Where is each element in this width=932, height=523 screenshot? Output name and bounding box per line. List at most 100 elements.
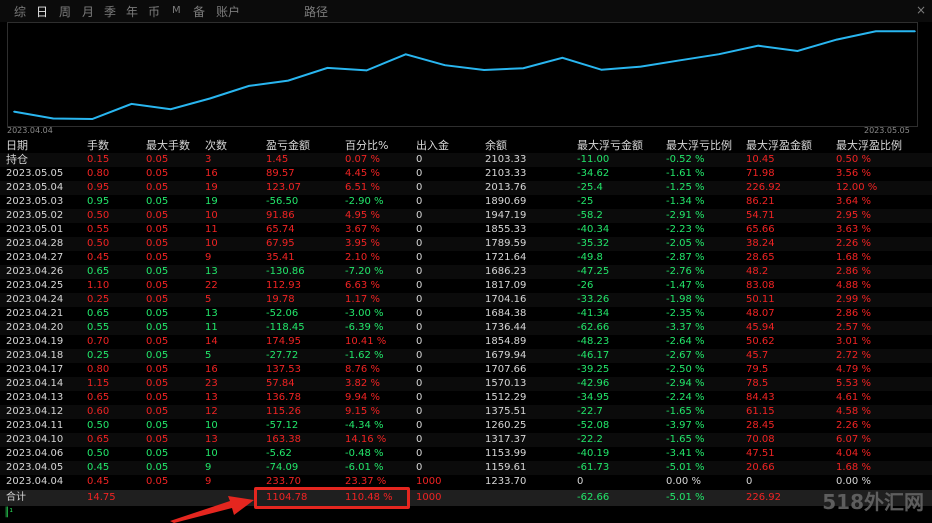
cell-pnl-percent: 8.76 % xyxy=(345,364,380,375)
cell-max-float-profit-pct: 4.58 % xyxy=(836,406,871,417)
balance-chart xyxy=(7,22,918,127)
tab-path[interactable]: 路径 xyxy=(304,3,328,20)
chart-start-date: 2023.04.04 xyxy=(7,126,53,135)
total-max-float-loss: -62.66 xyxy=(577,492,610,503)
cell-balance: 1317.37 xyxy=(485,434,527,445)
header-date[interactable]: 日期 xyxy=(6,139,28,153)
table-row[interactable]: 2023.04.19 0.70 0.05 14 174.95 10.41 % 0 1854.8… xyxy=(0,335,932,349)
cell-trades: 23 xyxy=(205,378,218,389)
cell-pnl-percent: -4.34 % xyxy=(345,420,384,431)
cell-lots: 0.80 xyxy=(87,364,110,375)
cell-lots: 0.45 xyxy=(87,476,110,487)
table-row[interactable]: 2023.05.04 0.95 0.05 19 123.07 6.51 % 0 2013.76… xyxy=(0,181,932,195)
table-row[interactable]: 2023.04.14 1.15 0.05 23 57.84 3.82 % 0 1570.13 -… xyxy=(0,377,932,391)
table-row[interactable]: 2023.04.28 0.50 0.05 10 67.95 3.95 % 0 1789.59 -… xyxy=(0,237,932,251)
cell-deposit: 0 xyxy=(416,350,423,361)
cell-lots: 0.65 xyxy=(87,308,110,319)
cell-max-float-profit: 50.11 xyxy=(746,294,775,305)
cell-trades: 10 xyxy=(205,448,218,459)
cell-trades: 11 xyxy=(205,224,218,235)
cell-balance: 1854.89 xyxy=(485,336,527,347)
table-row[interactable]: 2023.04.20 0.55 0.05 11 -118.45 -6.39 % 0 1736.… xyxy=(0,321,932,335)
table-row[interactable]: 2023.04.18 0.25 0.05 5 -27.72 -1.62 % 0 1679.94… xyxy=(0,349,932,363)
cell-deposit: 0 xyxy=(416,280,423,291)
cell-balance: 1570.13 xyxy=(485,378,527,389)
table-row[interactable]: 2023.05.03 0.95 0.05 19 -56.50 -2.90 % 0 1890.6… xyxy=(0,195,932,209)
cell-max-lots: 0.05 xyxy=(146,224,169,235)
tab-weekly[interactable]: 周 xyxy=(59,3,71,20)
balance-point xyxy=(718,53,720,56)
cell-trades: 16 xyxy=(205,168,218,179)
cell-max-float-profit: 20.66 xyxy=(746,462,775,473)
table-row[interactable]: 2023.05.01 0.55 0.05 11 65.74 3.67 % 0 1855.33 -… xyxy=(0,223,932,237)
cell-pnl-percent: 3.82 % xyxy=(345,378,380,389)
table-row[interactable]: 2023.04.13 0.65 0.05 13 136.78 9.94 % 0 1512.29… xyxy=(0,391,932,405)
highlight-box xyxy=(254,487,410,509)
status-indicator: ║¹ xyxy=(4,508,14,518)
balance-point xyxy=(679,59,681,62)
table-row[interactable]: 2023.04.25 1.10 0.05 22 112.93 6.63 % 0 1817.09… xyxy=(0,279,932,293)
cell-max-float-loss: -25 xyxy=(577,196,594,207)
cell-max-lots: 0.05 xyxy=(146,266,169,277)
table-row[interactable]: 2023.04.21 0.65 0.05 13 -52.06 -3.00 % 0 1684.3… xyxy=(0,307,932,321)
header-pnl-percent[interactable]: 百分比% xyxy=(345,139,388,153)
table-row[interactable]: 2023.04.06 0.50 0.05 10 -5.62 -0.48 % 0 1153.99… xyxy=(0,447,932,461)
close-icon[interactable]: × xyxy=(916,3,926,17)
header-max-float-loss-pct[interactable]: 最大浮亏比例 xyxy=(666,139,732,153)
header-max-float-profit[interactable]: 最大浮盈金额 xyxy=(746,139,812,153)
header-pnl-amount[interactable]: 盈亏金额 xyxy=(266,139,310,153)
header-max-lots[interactable]: 最大手数 xyxy=(146,139,190,153)
tab-monthly[interactable]: 月 xyxy=(82,3,94,20)
cell-max-float-profit: 84.43 xyxy=(746,392,775,403)
cell-trades: 10 xyxy=(205,238,218,249)
tab-m[interactable]: M xyxy=(172,5,181,16)
table-row[interactable]: 2023.04.24 0.25 0.05 5 19.78 1.17 % 0 1704.16 -3… xyxy=(0,293,932,307)
cell-date: 2023.04.04 xyxy=(6,476,64,487)
cell-max-float-loss-pct: 0.00 % xyxy=(666,476,701,487)
cell-max-float-loss: -26 xyxy=(577,280,594,291)
balance-point xyxy=(91,118,94,120)
header-balance[interactable]: 余额 xyxy=(485,139,507,153)
balance-point xyxy=(365,69,368,72)
table-row[interactable]: 2023.04.17 0.80 0.05 16 137.53 8.76 % 0 1707.66… xyxy=(0,363,932,377)
cell-trades: 5 xyxy=(205,350,212,361)
table-row[interactable]: 2023.04.05 0.45 0.05 9 -74.09 -6.01 % 0 1159.61… xyxy=(0,461,932,475)
tab-daily[interactable]: 日 xyxy=(36,3,48,20)
table-row[interactable]: 2023.05.02 0.50 0.05 10 91.86 4.95 % 0 1947.19 -… xyxy=(0,209,932,223)
tab-notes[interactable]: 备 xyxy=(193,3,205,20)
tab-currency[interactable]: 币 xyxy=(148,3,160,20)
table-row[interactable]: 2023.04.04 0.45 0.05 9 233.70 23.37 % 1000 1233… xyxy=(0,475,932,489)
cell-max-lots: 0.05 xyxy=(146,476,169,487)
header-max-float-loss[interactable]: 最大浮亏金额 xyxy=(577,139,643,153)
cell-max-float-profit: 83.08 xyxy=(746,280,775,291)
table-row[interactable]: 2023.04.11 0.50 0.05 10 -57.12 -4.34 % 0 1260.2… xyxy=(0,419,932,433)
table-row[interactable]: 2023.05.05 0.80 0.05 16 89.57 4.45 % 0 2103.33 -… xyxy=(0,167,932,181)
table-row-open-positions[interactable]: 持仓 0.15 0.05 3 1.45 0.07 % 0 2103.33 -11.00 -0.52… xyxy=(0,153,932,167)
cell-max-lots: 0.05 xyxy=(146,294,169,305)
cell-deposit: 0 xyxy=(416,434,423,445)
cell-balance: 1789.59 xyxy=(485,238,527,249)
cell-max-lots: 0.05 xyxy=(146,378,169,389)
cell-max-float-profit-pct: 2.72 % xyxy=(836,350,871,361)
table-row[interactable]: 2023.04.27 0.45 0.05 9 35.41 2.10 % 0 1721.64 -4… xyxy=(0,251,932,265)
cell-lots: 0.55 xyxy=(87,322,110,333)
header-lots[interactable]: 手数 xyxy=(87,139,109,153)
cell-date: 2023.04.06 xyxy=(6,448,64,459)
table-row[interactable]: 2023.04.12 0.60 0.05 12 115.26 9.15 % 0 1375.51… xyxy=(0,405,932,419)
cell-lots: 0.60 xyxy=(87,406,110,417)
tab-yearly[interactable]: 年 xyxy=(126,3,138,20)
header-deposit[interactable]: 出入金 xyxy=(416,139,449,153)
table-row[interactable]: 2023.04.10 0.65 0.05 13 163.38 14.16 % 0 1317.3… xyxy=(0,433,932,447)
header-max-float-profit-pct[interactable]: 最大浮盈比例 xyxy=(836,139,902,153)
cell-max-float-profit: 28.65 xyxy=(746,252,775,263)
table-row[interactable]: 2023.04.26 0.65 0.05 13 -130.86 -7.20 % 0 1686.… xyxy=(0,265,932,279)
tab-account[interactable]: 账户 xyxy=(216,3,240,20)
cell-balance: 1375.51 xyxy=(485,406,527,417)
cell-date: 2023.04.05 xyxy=(6,462,64,473)
tab-summary[interactable]: 综 xyxy=(14,3,26,20)
header-trades[interactable]: 次数 xyxy=(205,139,227,153)
tab-quarterly[interactable]: 季 xyxy=(104,3,116,20)
cell-trades: 10 xyxy=(205,210,218,221)
balance-point xyxy=(757,44,760,47)
cell-pnl-amount: -130.86 xyxy=(266,266,305,277)
